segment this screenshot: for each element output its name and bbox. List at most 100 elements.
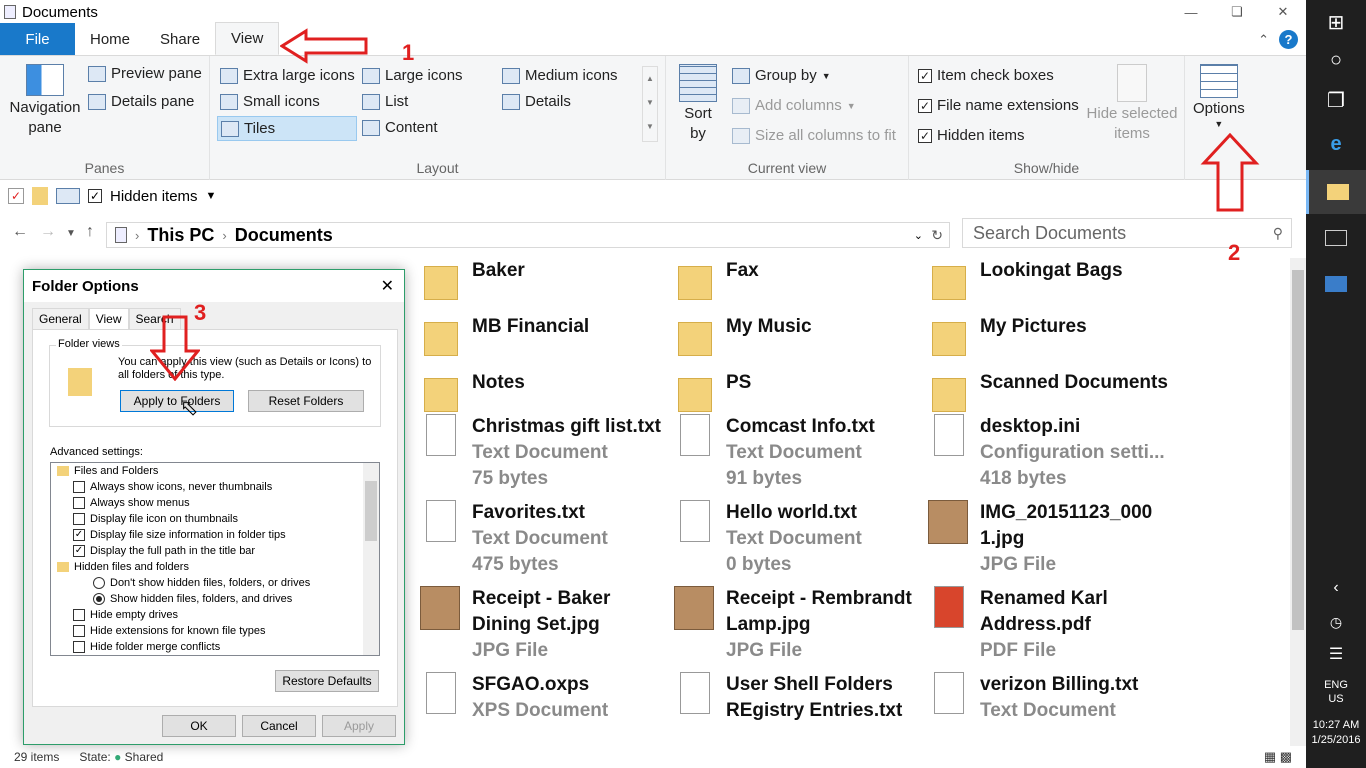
- file-tile[interactable]: desktop.ini Configuration setti... 418 byt…: [928, 414, 1182, 492]
- file-tile[interactable]: My Pictures: [928, 314, 1182, 360]
- layout-large-icons[interactable]: Large icons: [362, 67, 463, 84]
- preview-pane-button[interactable]: Preview pane: [88, 65, 202, 82]
- cortana-icon[interactable]: ○: [1306, 38, 1366, 82]
- size-all-columns-button[interactable]: Size all columns to fit: [732, 127, 896, 144]
- address-box[interactable]: › This PC › Documents ⌄ ↻: [106, 222, 950, 248]
- layout-tiles[interactable]: Tiles: [217, 116, 357, 141]
- setting-row[interactable]: Don't show hidden files, folders, or dri…: [51, 575, 379, 591]
- add-columns-button[interactable]: Add columns ▼: [732, 97, 856, 114]
- minimize-button[interactable]: —: [1168, 0, 1214, 24]
- checkbox-checked-icon[interactable]: ✓: [73, 529, 85, 541]
- customize-qat-icon[interactable]: ▼: [206, 190, 217, 202]
- ok-button[interactable]: OK: [162, 715, 236, 737]
- settings-scrollbar[interactable]: [363, 463, 379, 655]
- checkbox-icon[interactable]: [73, 625, 85, 637]
- advanced-settings-list[interactable]: Files and Folders Always show icons, neve…: [50, 462, 380, 656]
- layout-medium-icons[interactable]: Medium icons: [502, 67, 618, 84]
- setting-row[interactable]: Always show icons, never thumbnails: [51, 479, 379, 495]
- layout-extra-large-icons[interactable]: Extra large icons: [220, 67, 355, 84]
- layout-content[interactable]: Content: [362, 119, 438, 136]
- file-tile[interactable]: Renamed Karl Address.pdf PDF File: [928, 586, 1182, 664]
- file-tile[interactable]: SFGAO.oxps XPS Document: [420, 672, 674, 724]
- layout-details[interactable]: Details: [502, 93, 571, 110]
- edge-icon[interactable]: e: [1306, 122, 1366, 166]
- task-view-icon[interactable]: ❐: [1306, 78, 1366, 122]
- file-tile[interactable]: Favorites.txt Text Document 475 bytes: [420, 500, 674, 578]
- tab-home[interactable]: Home: [75, 23, 145, 55]
- file-tile[interactable]: IMG_20151123_000 1.jpg JPG File: [928, 500, 1182, 578]
- checkbox-icon[interactable]: [73, 497, 85, 509]
- cancel-button[interactable]: Cancel: [242, 715, 316, 737]
- clock[interactable]: 10:27 AM 1/25/2016: [1306, 718, 1366, 748]
- file-name-extensions-toggle[interactable]: ✓ File name extensions: [918, 97, 1079, 114]
- recent-locations-icon[interactable]: ▼: [66, 228, 76, 239]
- details-pane-button[interactable]: Details pane: [88, 93, 194, 110]
- hide-selected-items-button[interactable]: Hide selected items: [1085, 64, 1179, 144]
- tab-view[interactable]: View: [215, 22, 280, 55]
- remote-desktop-icon[interactable]: [1306, 262, 1366, 306]
- help-icon[interactable]: ?: [1279, 30, 1298, 49]
- breadcrumb-this-pc[interactable]: This PC: [147, 225, 214, 246]
- setting-row[interactable]: ✓ Display the full path in the title bar: [51, 543, 379, 559]
- setting-row[interactable]: Hide folder merge conflicts: [51, 639, 379, 655]
- file-tile[interactable]: User Shell Folders REgistry Entries.txt: [674, 672, 928, 724]
- hidden-items-toggle[interactable]: ✓ Hidden items: [918, 127, 1025, 144]
- file-tile[interactable]: My Music: [674, 314, 928, 360]
- checkbox-icon[interactable]: [73, 513, 85, 525]
- file-tile[interactable]: Lookingat Bags: [928, 258, 1182, 304]
- item-check-boxes-toggle[interactable]: ✓ Item check boxes: [918, 67, 1054, 84]
- file-tile[interactable]: Fax: [674, 258, 928, 304]
- setting-row[interactable]: Files and Folders: [51, 463, 379, 479]
- vertical-scrollbar[interactable]: [1290, 258, 1306, 748]
- forward-icon[interactable]: →: [40, 223, 56, 241]
- file-tile[interactable]: Receipt - Baker Dining Set.jpg JPG File: [420, 586, 674, 664]
- checkbox-icon[interactable]: [73, 641, 85, 653]
- dialog-close-icon[interactable]: ✕: [381, 276, 394, 296]
- file-tile[interactable]: Christmas gift list.txt Text Document 75 b…: [420, 414, 674, 492]
- setting-row[interactable]: Hide empty drives: [51, 607, 379, 623]
- checkbox-checked-icon[interactable]: ✓: [73, 545, 85, 557]
- dialog-tab-view[interactable]: View: [88, 308, 129, 330]
- view-icon[interactable]: [56, 188, 80, 204]
- checkbox-icon[interactable]: [73, 481, 85, 493]
- up-icon[interactable]: ↑: [86, 223, 94, 241]
- restore-defaults-button[interactable]: Restore Defaults: [275, 670, 379, 692]
- file-tile[interactable]: verizon Billing.txt Text Document: [928, 672, 1182, 724]
- radio-icon[interactable]: [93, 593, 105, 605]
- setting-row[interactable]: ✓ Display file size information in folder…: [51, 527, 379, 543]
- file-tile[interactable]: Notes: [420, 370, 674, 416]
- scroll-thumb[interactable]: [1292, 270, 1304, 630]
- back-icon[interactable]: ←: [12, 223, 28, 241]
- apply-to-folders-button[interactable]: Apply to Folders: [120, 390, 234, 412]
- view-toggle-icons[interactable]: ▦ ▩: [1264, 749, 1292, 765]
- hidden-items-checkbox[interactable]: ✓: [88, 189, 102, 203]
- dialog-tab-general[interactable]: General: [32, 308, 89, 330]
- group-by-button[interactable]: Group by ▼: [732, 67, 831, 84]
- search-input[interactable]: Search Documents ⚲: [962, 218, 1292, 248]
- sort-by-button[interactable]: Sort by: [678, 64, 718, 144]
- action-center-icon[interactable]: ☰: [1306, 632, 1366, 676]
- file-tile[interactable]: Comcast Info.txt Text Document 91 bytes: [674, 414, 928, 492]
- maximize-button[interactable]: ❏: [1214, 0, 1260, 24]
- layout-small-icons[interactable]: Small icons: [220, 93, 320, 110]
- navigation-pane-button[interactable]: Navigation pane: [6, 64, 84, 138]
- new-folder-icon[interactable]: [32, 187, 48, 205]
- setting-row[interactable]: Show hidden files, folders, and drives: [51, 591, 379, 607]
- file-tile[interactable]: Hello world.txt Text Document 0 bytes: [674, 500, 928, 578]
- layout-list[interactable]: List: [362, 93, 408, 110]
- command-prompt-icon[interactable]: [1306, 216, 1366, 260]
- setting-row[interactable]: Hide extensions for known file types: [51, 623, 379, 639]
- radio-icon[interactable]: [93, 577, 105, 589]
- reset-folders-button[interactable]: Reset Folders: [248, 390, 364, 412]
- file-tile[interactable]: MB Financial: [420, 314, 674, 360]
- breadcrumb-documents[interactable]: Documents: [235, 225, 333, 246]
- language-indicator[interactable]: ENG US: [1306, 678, 1366, 706]
- checkbox-icon[interactable]: [73, 609, 85, 621]
- file-tile[interactable]: Baker: [420, 258, 674, 304]
- file-tile[interactable]: Receipt - Rembrandt Lamp.jpg JPG File: [674, 586, 928, 664]
- options-button[interactable]: Options ▼: [1193, 64, 1245, 129]
- tab-share[interactable]: Share: [145, 23, 215, 55]
- setting-row[interactable]: Hidden files and folders: [51, 559, 379, 575]
- tab-file[interactable]: File: [0, 23, 75, 55]
- setting-row[interactable]: Display file icon on thumbnails: [51, 511, 379, 527]
